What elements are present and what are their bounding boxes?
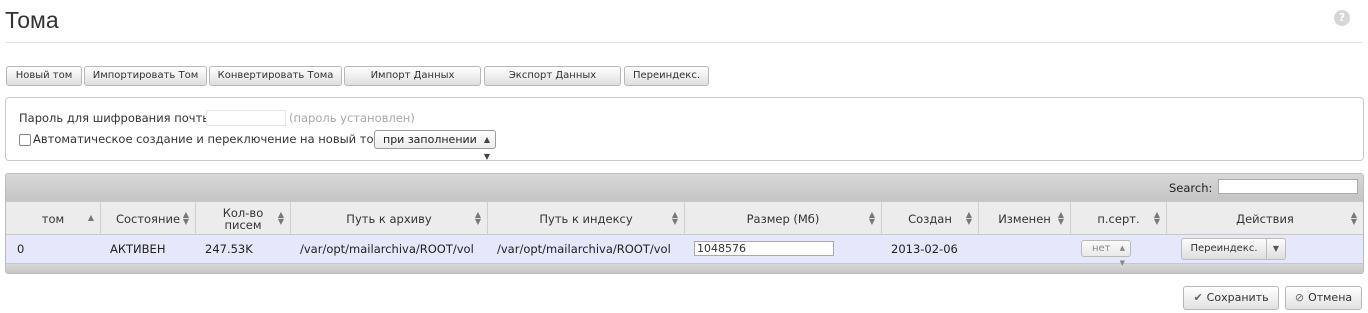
column-header-message-count[interactable]: Кол-во писем ▲ ▼ [196,202,291,235]
column-header-modified[interactable]: Изменен ▲ ▼ [979,202,1071,235]
table-header: том ▲ Состояние ▲ ▼ Кол-во писем ▲ ▼ Путь к а… [6,201,1363,235]
column-header-created[interactable]: Создан ▲ ▼ [882,202,979,235]
password-input[interactable] [206,110,286,126]
sort-arrows-icon: ▲ ▼ [868,210,875,226]
save-label: Сохранить [1206,291,1269,304]
cert-select-value: нет [1092,243,1111,254]
column-header-index-path[interactable]: Путь к индексу ▲ ▼ [488,202,685,235]
sort-arrows-icon: ▲ ▼ [1153,210,1160,226]
password-label: Пароль для шифрования почты [19,111,212,125]
new-volume-button[interactable]: Новый том [6,66,82,86]
column-label: Создан [908,211,952,226]
column-header-actions[interactable]: Действия ▲ ▼ [1167,202,1363,235]
sort-arrows-icon: ▲ ▼ [474,210,481,226]
column-label: Действия [1236,211,1294,226]
sort-asc-icon: ▲ [87,213,94,222]
sort-arrows-icon: ▲ ▼ [671,210,678,226]
table-toolbar: Search: [6,174,1363,201]
sort-arrows-icon: ▲ ▼ [182,210,189,226]
cancel-label: Отмена [1308,291,1353,304]
auto-create-label: Автоматическое создание и переключение н… [33,132,383,146]
column-label: Кол-во писем [222,205,264,232]
table-footer [6,263,1363,273]
column-label: Путь к индексу [539,211,633,226]
sort-arrows-icon: ▲ ▼ [965,210,972,226]
page-title: Тома [5,7,59,33]
sort-arrows-icon: ▲ ▼ [277,210,284,226]
column-header-size[interactable]: Размер (Мб) ▲ ▼ [685,202,882,235]
cert-select[interactable]: нет ▲ ▼ [1081,240,1131,267]
cell-volume: 0 [17,242,25,256]
cell-archive-path: /var/opt/mailarchiva/ROOT/vol [300,242,474,256]
help-icon[interactable]: ? [1334,10,1350,26]
cancel-circle-icon: ⊘ [1294,291,1305,304]
convert-volumes-button[interactable]: Конвертировать Тома [209,66,342,86]
import-data-button[interactable]: Импорт Данных [344,66,481,86]
password-note: (пароль установлен) [289,111,415,125]
column-header-cert[interactable]: п.серт. ▲ ▼ [1071,202,1167,235]
sort-arrows-icon: ▲ ▼ [1057,210,1064,226]
table-row[interactable]: 0 АКТИВЕН 247.53K /var/opt/mailarchiva/R… [6,235,1363,267]
column-label: Изменен [998,211,1051,226]
search-input[interactable] [1218,179,1358,194]
import-volume-button[interactable]: Импортировать Том [84,66,207,86]
select-arrows-icon: ▲ ▼ [1119,244,1125,267]
row-reindex-button[interactable]: Переиндекс. [1181,238,1267,260]
column-header-state[interactable]: Состояние ▲ ▼ [101,202,196,235]
title-divider [5,42,1363,43]
save-button[interactable]: ✔ Сохранить [1183,286,1279,310]
auto-create-select-value: при заполнении [383,133,477,146]
column-label: Путь к архиву [346,211,432,226]
sort-arrows-icon: ▲ ▼ [1350,210,1357,226]
size-input[interactable]: 1048576 [694,241,834,256]
reindex-button[interactable]: Переиндекс. [624,66,709,86]
settings-panel: Пароль для шифрования почты (пароль уста… [5,97,1364,161]
column-label: п.серт. [1097,211,1140,226]
cell-message-count: 247.53K [205,242,253,256]
column-label: том [41,211,65,226]
column-header-volume[interactable]: том ▲ [6,202,101,235]
chevron-down-icon[interactable]: ▼ [1266,238,1286,260]
check-icon: ✔ [1193,291,1203,304]
auto-create-select[interactable]: при заполнении ▲ ▼ [374,130,496,161]
cancel-button[interactable]: ⊘ Отмена [1285,286,1362,310]
column-header-archive-path[interactable]: Путь к архиву ▲ ▼ [291,202,488,235]
volumes-table: Search: том ▲ Состояние ▲ ▼ Кол-во писем ▲ ▼ … [5,173,1364,274]
cell-index-path: /var/opt/mailarchiva/ROOT/vol [497,242,671,256]
search-label: Search: [1169,181,1213,195]
auto-create-checkbox[interactable] [19,134,31,146]
column-label: Состояние [115,211,181,226]
select-arrows-icon: ▲ ▼ [483,135,490,161]
cell-state: АКТИВЕН [110,242,166,256]
cell-created: 2013-02-06 [891,242,958,256]
column-label: Размер (Мб) [746,211,820,226]
export-data-button[interactable]: Экспорт Данных [484,66,621,86]
